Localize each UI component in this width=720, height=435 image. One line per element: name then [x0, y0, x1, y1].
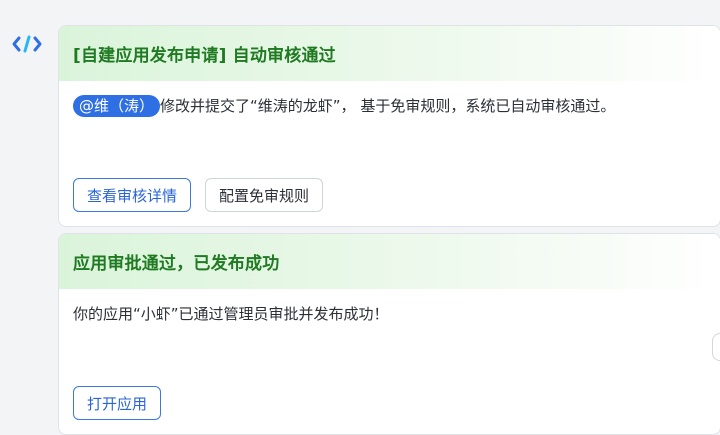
auto-approval-card: [自建应用发布申请] 自动审核通过 @维（涛） 修改并提交了“维涛的龙虾”， 基于…: [58, 25, 720, 227]
card-actions: 查看审核详情 配置免审规则: [73, 178, 324, 212]
configure-exemption-rules-button[interactable]: 配置免审规则: [205, 178, 324, 212]
card-header: 应用审批通过，已发布成功: [59, 234, 720, 289]
card-header: [自建应用发布申请] 自动审核通过: [59, 26, 720, 81]
card-title: 应用审批通过，已发布成功: [73, 254, 280, 274]
app-logo-icon: [12, 34, 42, 54]
scroll-handle[interactable]: [712, 333, 720, 361]
user-mention[interactable]: @维（涛）: [73, 95, 161, 117]
card-title: [自建应用发布申请] 自动审核通过: [73, 46, 336, 66]
message-text: 你的应用“小虾”已通过管理员审批并发布成功！: [73, 305, 389, 323]
message-text: 修改并提交了“维涛的龙虾”， 基于免审规则，系统已自动审核通过。: [160, 97, 616, 115]
card-message: @维（涛） 修改并提交了“维涛的龙虾”， 基于免审规则，系统已自动审核通过。: [59, 81, 720, 118]
open-app-button[interactable]: 打开应用: [73, 386, 162, 420]
publish-success-card: 应用审批通过，已发布成功 你的应用“小虾”已通过管理员审批并发布成功！ 打开应用: [58, 233, 720, 435]
card-message: 你的应用“小虾”已通过管理员审批并发布成功！: [59, 289, 720, 326]
card-actions: 打开应用: [73, 386, 162, 420]
view-review-details-button[interactable]: 查看审核详情: [73, 178, 192, 212]
